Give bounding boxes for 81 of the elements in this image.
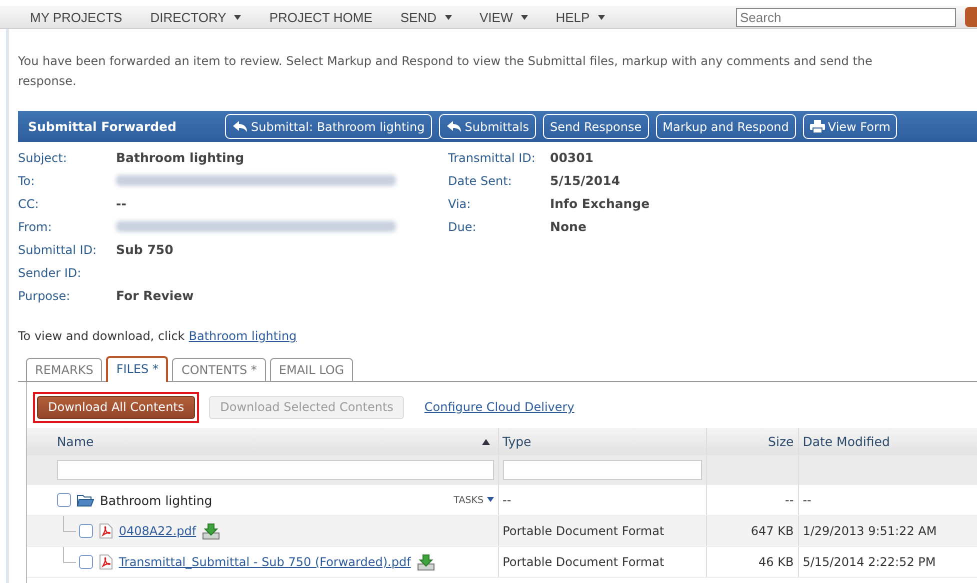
table-cell: 46 KB bbox=[706, 547, 799, 577]
field-value: 00301 bbox=[550, 150, 594, 165]
download-icon[interactable] bbox=[202, 522, 220, 540]
toolbar-button[interactable]: Markup and Respond bbox=[656, 114, 796, 139]
table-cell-text: 1/29/2013 9:51:22 AM bbox=[802, 523, 938, 540]
field-value: Info Exchange bbox=[550, 196, 650, 211]
table-cell: -- bbox=[706, 485, 799, 515]
instruction-text: To view and download, click bbox=[18, 329, 185, 343]
caret-icon bbox=[234, 14, 242, 20]
field-label: CC: bbox=[18, 196, 40, 210]
file-link[interactable]: 0408A22.pdf bbox=[118, 524, 196, 538]
table-row[interactable]: Transmittal_Submittal - Sub 750 (Forwarded).pdf Portable Document Format 46 KB 5/15/2014 2:22:52 PM bbox=[27, 547, 977, 578]
toolbar-button[interactable]: Send Response bbox=[542, 114, 649, 139]
item-link[interactable]: Bathroom lighting bbox=[188, 329, 297, 343]
notice-text: You have been forwarded an item to review. Select Markup and Respond to view the Submittal files, markup with any comments and send the response. bbox=[18, 53, 874, 90]
field-label: Submittal ID: bbox=[18, 242, 98, 256]
download-icon[interactable] bbox=[416, 554, 435, 570]
table-cell: 647 KB bbox=[706, 516, 799, 546]
column-header[interactable]: Type bbox=[502, 434, 532, 449]
reply-arrow-icon bbox=[232, 120, 248, 132]
filter-field[interactable] bbox=[56, 460, 494, 480]
field-value: None bbox=[550, 219, 586, 234]
field-value: 5/15/2014 bbox=[550, 173, 620, 188]
field-label: Transmittal ID: bbox=[448, 150, 536, 164]
menu-item[interactable]: HELP bbox=[556, 10, 590, 24]
row-checkbox[interactable] bbox=[78, 555, 93, 569]
caret-icon bbox=[598, 14, 605, 20]
field-label: Date Sent: bbox=[448, 174, 513, 188]
toolbar-button[interactable]: Submittal: Bathroom lighting bbox=[225, 114, 432, 139]
menu-item[interactable]: PROJECT HOME bbox=[269, 10, 372, 24]
field-label: Sender ID: bbox=[18, 266, 82, 280]
row-checkbox[interactable] bbox=[56, 493, 71, 507]
field-value: Bathroom lighting bbox=[116, 150, 244, 165]
table-cell-text: -- bbox=[802, 492, 812, 509]
field-value: -- bbox=[116, 196, 126, 211]
caret-icon bbox=[444, 14, 452, 20]
pdf-icon bbox=[98, 523, 113, 539]
menu-item[interactable]: DIRECTORY bbox=[150, 10, 226, 24]
field-value: Sub 750 bbox=[116, 242, 174, 257]
sort-arrow-icon bbox=[482, 438, 490, 444]
filter-field[interactable] bbox=[502, 460, 702, 480]
search-button[interactable] bbox=[965, 7, 977, 27]
field-label: From: bbox=[18, 220, 53, 234]
folder-name[interactable]: Bathroom lighting bbox=[100, 492, 212, 508]
table-cell: -- bbox=[498, 485, 707, 515]
field-label: Via: bbox=[448, 196, 472, 210]
panel-title: Submittal Forwarded bbox=[28, 119, 178, 134]
field-label: Purpose: bbox=[18, 288, 72, 302]
search-field[interactable]: Search bbox=[736, 8, 956, 26]
menu-item[interactable]: MY PROJECTS bbox=[30, 10, 122, 24]
tab[interactable]: EMAIL LOG bbox=[270, 358, 354, 381]
column-header[interactable]: Name bbox=[56, 434, 94, 449]
column-header[interactable]: Date Modified bbox=[802, 434, 890, 449]
folder-icon bbox=[76, 494, 94, 506]
toolbar-button[interactable]: View Form bbox=[802, 114, 898, 139]
file-link[interactable]: Transmittal_Submittal - Sub 750 (Forwarded).pdf bbox=[118, 555, 411, 569]
table-cell: Portable Document Format bbox=[498, 547, 707, 577]
menu-item[interactable]: SEND bbox=[400, 10, 436, 24]
tab[interactable]: CONTENTS * bbox=[172, 358, 266, 381]
field-label: Subject: bbox=[18, 150, 68, 164]
menu-item[interactable]: VIEW bbox=[480, 10, 513, 24]
cloud-delivery-link[interactable]: Configure Cloud Delivery bbox=[424, 400, 574, 414]
tasks-menu[interactable]: TASKS bbox=[454, 494, 494, 506]
tab[interactable]: FILES * bbox=[106, 356, 168, 382]
reply-arrow-icon bbox=[446, 120, 462, 132]
download-button[interactable]: Download All Contents bbox=[37, 396, 196, 418]
column-header[interactable]: Size bbox=[768, 434, 794, 449]
field-value: For Review bbox=[116, 288, 194, 303]
table-row[interactable]: 0408A22.pdf Portable Document Format 647 KB 1/29/2013 9:51:22 AM bbox=[27, 516, 977, 547]
caret-icon bbox=[486, 497, 494, 502]
pdf-icon bbox=[98, 554, 113, 570]
table-cell-text: 5/15/2014 2:22:52 PM bbox=[802, 554, 937, 571]
caret-icon bbox=[520, 14, 528, 20]
field-label: Due: bbox=[448, 220, 478, 234]
print-icon bbox=[810, 120, 825, 133]
table-cell: Portable Document Format bbox=[498, 516, 707, 546]
row-checkbox[interactable] bbox=[78, 524, 93, 538]
field-label: To: bbox=[18, 174, 36, 188]
table-row[interactable]: Bathroom lighting TASKS -- -- -- bbox=[27, 485, 977, 516]
tab[interactable]: REMARKS bbox=[26, 358, 102, 381]
toolbar-button[interactable]: Submittals bbox=[438, 114, 536, 139]
